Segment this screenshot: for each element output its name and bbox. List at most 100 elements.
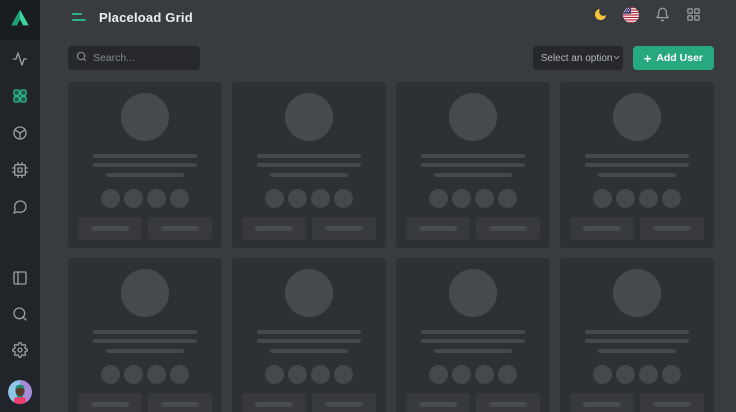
sidebar-item-messages[interactable] xyxy=(12,201,28,217)
button-line-placeholder xyxy=(255,226,293,231)
card-button-placeholder[interactable] xyxy=(476,217,540,240)
avatar-placeholder xyxy=(449,93,497,141)
sphere-icon xyxy=(12,125,28,146)
button-line-placeholder xyxy=(91,226,129,231)
dot-placeholder xyxy=(311,365,330,384)
card-button-placeholder[interactable] xyxy=(640,393,704,412)
card-button-placeholder[interactable] xyxy=(78,393,142,412)
text-line-placeholder xyxy=(421,339,525,343)
moon-icon xyxy=(593,7,608,27)
sidebar-item-activity[interactable] xyxy=(12,53,28,69)
card-button-placeholder[interactable] xyxy=(242,393,306,412)
text-line-placeholder xyxy=(598,349,676,353)
dot-placeholder xyxy=(429,365,448,384)
text-line-placeholder xyxy=(598,173,676,177)
sidebar-bottom-nav xyxy=(8,272,32,404)
button-placeholder-row xyxy=(570,393,704,412)
card-button-placeholder[interactable] xyxy=(476,393,540,412)
dot-placeholder xyxy=(288,365,307,384)
header-actions xyxy=(589,6,704,28)
dot-placeholder xyxy=(334,189,353,208)
sidebar-item-grid[interactable] xyxy=(12,90,28,106)
language-button[interactable] xyxy=(620,6,642,28)
button-placeholder-row xyxy=(242,393,376,412)
dot-placeholder xyxy=(662,365,681,384)
cpu-icon xyxy=(12,162,28,183)
text-line-placeholder xyxy=(585,154,689,158)
button-line-placeholder xyxy=(161,402,199,407)
placeholder-card xyxy=(232,258,386,412)
dot-placeholder xyxy=(452,189,471,208)
button-placeholder-row xyxy=(242,217,376,240)
dot-placeholder xyxy=(616,189,635,208)
card-button-placeholder[interactable] xyxy=(570,393,634,412)
page-title: Placeload Grid xyxy=(99,10,193,25)
card-button-placeholder[interactable] xyxy=(78,217,142,240)
text-line-placeholder xyxy=(434,349,512,353)
card-button-placeholder[interactable] xyxy=(406,217,470,240)
sidebar xyxy=(0,0,40,412)
text-line-placeholder xyxy=(93,154,197,158)
text-line-placeholder xyxy=(257,154,361,158)
button-line-placeholder xyxy=(255,402,293,407)
chevron-down-icon xyxy=(612,49,621,67)
button-line-placeholder xyxy=(161,226,199,231)
add-user-button[interactable]: + Add User xyxy=(633,46,714,70)
bell-icon xyxy=(655,7,670,27)
sidebar-item-settings[interactable] xyxy=(12,344,28,360)
sidebar-item-components[interactable] xyxy=(12,127,28,143)
sidebar-item-search[interactable] xyxy=(12,308,28,324)
menu-toggle-button[interactable] xyxy=(72,13,86,21)
card-button-placeholder[interactable] xyxy=(312,217,376,240)
dot-placeholder xyxy=(101,365,120,384)
main-content: Select an option + Add User xyxy=(40,34,736,412)
card-button-placeholder[interactable] xyxy=(406,393,470,412)
placeholder-card xyxy=(560,258,714,412)
sidebar-item-hardware[interactable] xyxy=(12,164,28,180)
notifications-button[interactable] xyxy=(651,6,673,28)
us-flag-icon xyxy=(623,7,639,28)
button-placeholder-row xyxy=(78,217,212,240)
button-line-placeholder xyxy=(489,226,527,231)
avatar-placeholder xyxy=(285,93,333,141)
search-input[interactable] xyxy=(93,52,192,64)
theme-toggle-button[interactable] xyxy=(589,6,611,28)
gear-icon xyxy=(12,342,28,363)
app-logo[interactable] xyxy=(0,0,40,40)
text-line-placeholder xyxy=(93,163,197,167)
text-line-placeholder xyxy=(585,339,689,343)
card-button-placeholder[interactable] xyxy=(640,217,704,240)
text-line-placeholder xyxy=(421,154,525,158)
top-header: Placeload Grid xyxy=(40,0,736,34)
button-placeholder-row xyxy=(406,393,540,412)
sidebar-top-nav xyxy=(12,53,28,217)
dot-placeholder xyxy=(147,189,166,208)
card-button-placeholder[interactable] xyxy=(242,217,306,240)
chat-bubble-icon xyxy=(12,199,28,220)
card-button-placeholder[interactable] xyxy=(148,393,212,412)
text-line-placeholder xyxy=(270,349,348,353)
user-avatar[interactable] xyxy=(8,380,32,404)
button-placeholder-row xyxy=(406,217,540,240)
placeholder-card xyxy=(68,82,222,248)
text-line-placeholder xyxy=(257,163,361,167)
dot-placeholder xyxy=(124,365,143,384)
placeholder-card xyxy=(232,82,386,248)
filter-select[interactable]: Select an option xyxy=(533,46,623,70)
apps-button[interactable] xyxy=(682,6,704,28)
avatar-placeholder xyxy=(121,269,169,317)
dot-placeholder xyxy=(429,189,448,208)
grid-icon xyxy=(12,88,28,109)
placeholder-card-grid xyxy=(68,82,714,412)
dot-placeholder xyxy=(452,365,471,384)
card-button-placeholder[interactable] xyxy=(148,217,212,240)
placeholder-card xyxy=(68,258,222,412)
dot-placeholder xyxy=(498,189,517,208)
text-line-placeholder xyxy=(106,349,184,353)
button-line-placeholder xyxy=(653,226,691,231)
card-button-placeholder[interactable] xyxy=(570,217,634,240)
sidebar-item-panels[interactable] xyxy=(12,272,28,288)
text-line-placeholder xyxy=(106,173,184,177)
text-line-placeholder xyxy=(585,330,689,334)
card-button-placeholder[interactable] xyxy=(312,393,376,412)
